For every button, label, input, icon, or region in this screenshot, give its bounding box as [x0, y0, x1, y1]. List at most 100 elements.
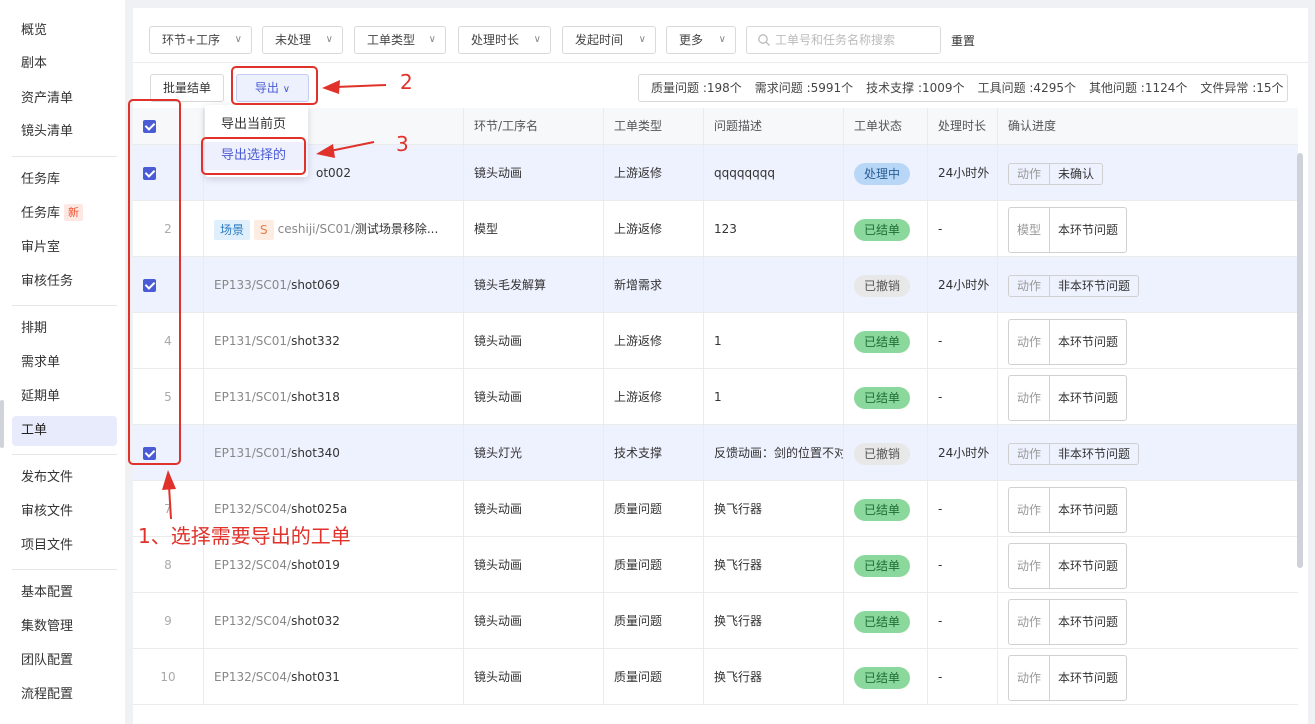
sidebar-item-review-files[interactable]: 审核文件 [12, 497, 117, 527]
table-row[interactable]: 10 EP132/SC04/shot031 镜头动画 质量问题 换飞行器 已结单 - 动作 本环… [133, 649, 1298, 705]
confirm-cell: 动作 本环节问题 [997, 537, 1298, 593]
select-all-checkbox[interactable] [143, 120, 156, 133]
sidebar-item-schedule[interactable]: 排期 [12, 314, 117, 344]
sidebar-item-label: 集数管理 [21, 619, 74, 634]
reset-button[interactable]: 重置 [951, 32, 975, 49]
row-select-cell: 5 [133, 369, 203, 425]
confirm-cell: 动作 非本环节问题 [997, 257, 1298, 313]
confirm-progress[interactable]: 模型 本环节问题 [1008, 206, 1128, 253]
path-shot[interactable]: shot019 [291, 558, 340, 572]
type-cell: 技术支撑 [603, 425, 703, 481]
main-panel: 环节+工序 ∨ 未处理 ∨ 工单类型 ∨ 处理时长 ∨ 发起时间 ∨ 更多 ∨ 重置 批量结… [133, 8, 1308, 724]
type-cell: 上游返修 [603, 313, 703, 369]
sidebar-item-review-room[interactable]: 审片室 [12, 233, 117, 263]
path-shot[interactable]: shot318 [291, 390, 340, 404]
chevron-down-icon: ∨ [533, 34, 541, 45]
table-row[interactable]: EP131/SC01/shot340 镜头灯光 技术支撑 反馈动画：剑的位置不对 已撤销… [133, 425, 1298, 481]
row-number[interactable]: 10 [160, 670, 175, 684]
row-select-cell: 2 [133, 201, 203, 257]
desc-cell: 换飞行器 [703, 481, 843, 537]
type-cell: 质量问题 [603, 593, 703, 649]
confirm-progress[interactable]: 动作 本环节问题 [1008, 374, 1128, 421]
row-checkbox[interactable] [143, 447, 156, 460]
path-shot[interactable]: shot069 [291, 278, 340, 292]
export-current-page-option[interactable]: 导出当前页 [205, 111, 308, 139]
desc-cell: 反馈动画：剑的位置不对 [703, 425, 843, 481]
path-shot[interactable]: shot032 [291, 614, 340, 628]
sidebar-item-team-config[interactable]: 团队配置 [12, 646, 117, 676]
sidebar-item-label: 任务库 [21, 206, 61, 221]
confirm-from: 动作 [1009, 163, 1051, 184]
table-row[interactable]: 9 EP132/SC04/shot032 镜头动画 质量问题 换飞行器 已结单 - 动作 本环节… [133, 593, 1298, 649]
sidebar-item-project-files[interactable]: 项目文件 [12, 531, 117, 561]
sidebar-item-label: 需求单 [21, 355, 61, 370]
row-select-cell [133, 425, 203, 481]
table-row[interactable]: EP133/SC01/shot069 镜头毛发解算 新增需求 已撤销 24小时外 动作 非本… [133, 257, 1298, 313]
filter-status[interactable]: 未处理 ∨ [262, 26, 343, 54]
sidebar-item-script[interactable]: 剧本 [12, 49, 117, 79]
path-shot[interactable]: ot002 [316, 166, 351, 180]
sidebar-item-requests[interactable]: 需求单 [12, 348, 117, 378]
confirm-progress[interactable]: 动作 未确认 [1008, 162, 1104, 185]
confirm-progress[interactable]: 动作 本环节问题 [1008, 542, 1128, 589]
filter-more[interactable]: 更多 ∨ [666, 26, 736, 54]
header-select-all[interactable] [133, 108, 203, 145]
step-cell: 镜头动画 [463, 481, 603, 537]
header-status: 工单状态 [843, 108, 927, 145]
filter-duration[interactable]: 处理时长 ∨ [458, 26, 551, 54]
confirm-progress[interactable]: 动作 本环节问题 [1008, 598, 1128, 645]
sidebar-item-flow-config[interactable]: 流程配置 [12, 680, 117, 710]
path-shot[interactable]: shot025a [291, 502, 347, 516]
desc-cell: 换飞行器 [703, 537, 843, 593]
path-shot[interactable]: 测试场景移除... [355, 222, 438, 236]
sidebar-item-delays[interactable]: 延期单 [12, 382, 117, 412]
table-row[interactable]: 5 EP131/SC01/shot318 镜头动画 上游返修 1 已结单 - 动作 本环节问题 [133, 369, 1298, 425]
stat-tech-support: 技术支撑 :1009个 [866, 81, 965, 95]
row-number[interactable]: 8 [164, 558, 172, 572]
filter-created[interactable]: 发起时间 ∨ [562, 26, 656, 54]
export-button[interactable]: 导出 ∨ [236, 74, 309, 102]
confirm-progress[interactable]: 动作 本环节问题 [1008, 318, 1128, 365]
row-checkbox[interactable] [143, 167, 156, 180]
confirm-from: 动作 [1009, 599, 1051, 644]
row-number[interactable]: 7 [164, 502, 172, 516]
confirm-progress[interactable]: 动作 本环节问题 [1008, 654, 1128, 701]
confirm-progress[interactable]: 动作 非本环节问题 [1008, 442, 1140, 465]
sidebar-scrollbar[interactable] [0, 400, 4, 448]
sidebar-item-tickets[interactable]: 工单 [12, 416, 117, 446]
row-number[interactable]: 4 [164, 334, 172, 348]
table-row[interactable]: 4 EP131/SC01/shot332 镜头动画 上游返修 1 已结单 - 动作 本环节问题 [133, 313, 1298, 369]
filter-type[interactable]: 工单类型 ∨ [354, 26, 446, 54]
sidebar-item-shots[interactable]: 镜头清单 [12, 117, 117, 147]
path-shot[interactable]: shot340 [291, 446, 340, 460]
row-number[interactable]: 2 [164, 222, 172, 236]
confirm-result: 本环节问题 [1058, 502, 1119, 517]
row-number[interactable]: 5 [164, 390, 172, 404]
sidebar-item-tasks-new[interactable]: 任务库新 [12, 199, 117, 229]
row-number[interactable]: 9 [164, 614, 172, 628]
sidebar-item-label: 流程配置 [21, 687, 74, 702]
path-shot[interactable]: shot332 [291, 334, 340, 348]
sidebar-item-episodes[interactable]: 集数管理 [12, 612, 117, 642]
confirm-from: 动作 [1009, 319, 1051, 364]
stat-other: 其他问题 :1124个 [1088, 81, 1188, 95]
desc-cell [703, 257, 843, 313]
table-row[interactable]: 2 场景 Sceshiji/SC01/测试场景移除... 模型 上游返修 123 已结单 - 模… [133, 201, 1298, 257]
sidebar-item-overview[interactable]: 概览 [12, 16, 117, 46]
table-scrollbar[interactable] [1297, 153, 1303, 568]
export-selected-option[interactable]: 导出选择的 [205, 142, 308, 170]
sidebar-item-tasks[interactable]: 任务库 [12, 165, 117, 195]
sidebar-item-assets[interactable]: 资产清单 [12, 84, 117, 114]
sidebar-item-basic-config[interactable]: 基本配置 [12, 578, 117, 608]
search-input[interactable] [775, 30, 935, 50]
path-shot[interactable]: shot031 [291, 670, 340, 684]
confirm-result: 本环节问题 [1058, 390, 1119, 405]
sidebar-item-publish-files[interactable]: 发布文件 [12, 463, 117, 493]
row-checkbox[interactable] [143, 279, 156, 292]
batch-close-button[interactable]: 批量结单 [150, 74, 224, 102]
filter-step[interactable]: 环节+工序 ∨ [149, 26, 252, 54]
sidebar-item-review-tasks[interactable]: 审核任务 [12, 267, 117, 297]
confirm-progress[interactable]: 动作 非本环节问题 [1008, 274, 1140, 297]
confirm-progress[interactable]: 动作 本环节问题 [1008, 486, 1128, 533]
chevron-down-icon: ∨ [718, 34, 726, 45]
